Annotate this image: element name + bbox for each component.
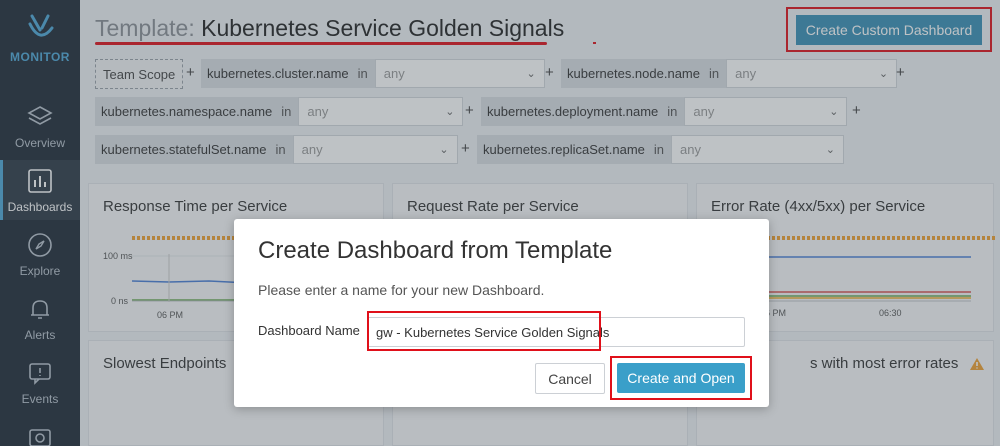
cancel-button[interactable]: Cancel	[535, 363, 605, 394]
create-dashboard-modal: Create Dashboard from Template Please en…	[234, 219, 769, 407]
modal-title: Create Dashboard from Template	[258, 237, 613, 264]
modal-description: Please enter a name for your new Dashboa…	[258, 282, 545, 298]
create-and-open-button[interactable]: Create and Open	[617, 363, 745, 393]
dashboard-name-input[interactable]	[367, 317, 745, 347]
dashboard-name-label: Dashboard Name	[258, 323, 360, 338]
create-open-highlight: Create and Open	[610, 356, 752, 400]
